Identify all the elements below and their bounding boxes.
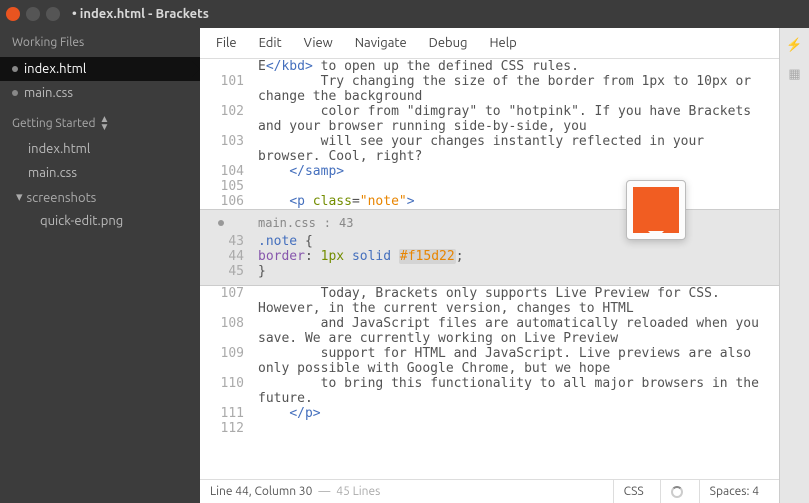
line-number: 103 (200, 134, 258, 164)
working-file-item[interactable]: main.css (0, 81, 200, 105)
line-number (200, 59, 258, 74)
language-mode[interactable]: CSS (613, 480, 654, 503)
dirty-dot-icon (218, 220, 224, 226)
extensions-icon[interactable]: ▦ (788, 67, 800, 82)
indent-size: 4 (752, 485, 759, 498)
inline-line-ref: 43 (339, 216, 353, 230)
dirty-dot-icon (12, 66, 18, 72)
line-number: 43 (200, 234, 258, 249)
folder-name: screenshots (27, 191, 97, 205)
sidebar: Working Files index.html main.css Gettin… (0, 28, 200, 503)
code-line[interactable]: to bring this functionality to all major… (258, 376, 779, 406)
line-number: 111 (200, 406, 258, 421)
code-line[interactable]: } (258, 264, 779, 279)
window-minimize-icon[interactable] (26, 7, 40, 21)
window-title: • index.html - Brackets (72, 7, 209, 21)
menubar: File Edit View Navigate Debug Help (200, 28, 779, 59)
code-line[interactable]: E</kbd> to open up the defined CSS rules… (258, 59, 779, 74)
right-toolbar: ⚡ ▦ (779, 28, 809, 503)
menu-navigate[interactable]: Navigate (355, 36, 407, 50)
line-number: 112 (200, 421, 258, 436)
code-line[interactable]: will see your changes instantly reflecte… (258, 134, 779, 164)
code-line[interactable]: <p class="note"> (258, 194, 779, 209)
code-line[interactable]: Try changing the size of the border from… (258, 74, 779, 104)
sort-icon: ▲▼ (99, 115, 109, 131)
inline-file-name: main.css (258, 216, 316, 230)
titlebar: • index.html - Brackets (0, 0, 809, 28)
statusbar: Line 44, Column 30 — 45 Lines CSS Spaces… (200, 479, 779, 503)
jslint-status[interactable] (660, 480, 693, 503)
line-number: 107 (200, 286, 258, 316)
indent-setting[interactable]: Spaces: 4 (699, 480, 769, 503)
code-line[interactable]: color from "dimgray" to "hotpink". If yo… (258, 104, 779, 134)
line-number: 105 (200, 179, 258, 194)
project-name: Getting Started (12, 117, 95, 130)
code-line[interactable]: .note { (258, 234, 779, 249)
color-swatch-popup[interactable] (626, 180, 686, 240)
line-number: 110 (200, 376, 258, 406)
code-editor[interactable]: E</kbd> to open up the defined CSS rules… (200, 59, 779, 479)
code-line[interactable]: </p> (258, 406, 779, 421)
line-number: 102 (200, 104, 258, 134)
line-number: 44 (200, 249, 258, 264)
line-number: 106 (200, 194, 258, 209)
indent-label: Spaces: (710, 485, 750, 498)
color-hex[interactable]: #f15d22 (399, 249, 456, 264)
working-file-name: index.html (24, 62, 86, 76)
working-file-name: main.css (24, 86, 73, 100)
menu-file[interactable]: File (216, 36, 237, 50)
code-line[interactable]: </samp> (258, 164, 779, 179)
tree-folder[interactable]: ▾ screenshots (0, 185, 200, 210)
line-number: 101 (200, 74, 258, 104)
live-preview-icon[interactable]: ⚡ (786, 38, 802, 53)
code-line[interactable] (258, 421, 779, 436)
menu-debug[interactable]: Debug (429, 36, 468, 50)
inline-editor-header: main.css : 43 (200, 210, 779, 234)
menu-help[interactable]: Help (490, 36, 517, 50)
spinner-icon (671, 486, 683, 498)
color-swatch (633, 187, 679, 233)
project-header[interactable]: Getting Started ▲▼ (0, 105, 200, 137)
menu-edit[interactable]: Edit (259, 36, 282, 50)
code-line[interactable]: border: 1px solid #f15d22; (258, 249, 779, 264)
dirty-dot-icon (12, 90, 18, 96)
line-number: 104 (200, 164, 258, 179)
tree-file[interactable]: quick-edit.png (0, 210, 200, 232)
status-sep: — (318, 485, 330, 498)
line-number: 45 (200, 264, 258, 279)
tree-file[interactable]: index.html (0, 137, 200, 161)
code-line[interactable]: Today, Brackets only supports Live Previ… (258, 286, 779, 316)
inline-editor[interactable]: main.css : 43 43.note { 44 border: 1px s… (200, 209, 779, 286)
line-number: 109 (200, 346, 258, 376)
line-count: 45 Lines (336, 485, 380, 498)
window-maximize-icon[interactable] (46, 7, 60, 21)
working-files-header[interactable]: Working Files (0, 28, 200, 57)
window-close-icon[interactable] (6, 7, 20, 21)
line-number: 108 (200, 316, 258, 346)
tree-file[interactable]: main.css (0, 161, 200, 185)
code-line[interactable] (258, 179, 779, 194)
code-line[interactable]: and JavaScript files are automatically r… (258, 316, 779, 346)
code-line[interactable]: support for HTML and JavaScript. Live pr… (258, 346, 779, 376)
chevron-down-icon: ▾ (16, 190, 23, 205)
cursor-position[interactable]: Line 44, Column 30 (210, 485, 312, 498)
working-file-item[interactable]: index.html (0, 57, 200, 81)
menu-view[interactable]: View (304, 36, 333, 50)
